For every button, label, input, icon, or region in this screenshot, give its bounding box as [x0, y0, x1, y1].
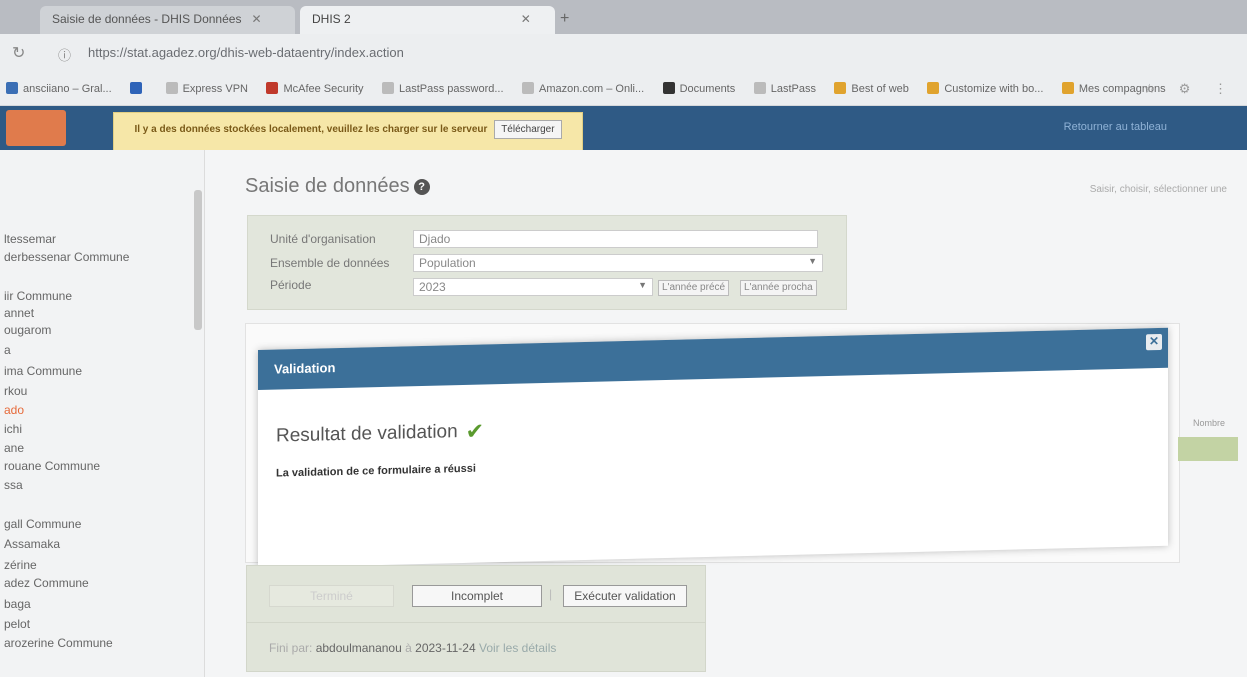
tab-label: Saisie de données - DHIS Données: [52, 12, 242, 26]
page-icon: [165, 82, 178, 94]
tree-item[interactable]: adez Commune: [4, 576, 89, 590]
browser-tab-strip: Saisie de données - DHIS Données ✕ DHIS 2…: [0, 0, 1247, 34]
reload-icon[interactable]: ↻: [12, 43, 25, 63]
next-year-button[interactable]: L'année procha: [740, 280, 817, 296]
lock-icon[interactable]: ⓘ: [58, 45, 71, 64]
completion-info: Fini par: abdoulmananou à 2023-11-24 Voi…: [246, 622, 706, 672]
bookmark-item[interactable]: LastPass password...: [381, 82, 504, 95]
column-header: Nombre: [1193, 418, 1226, 428]
tree-item[interactable]: ane: [4, 441, 24, 455]
tree-item[interactable]: gall Commune: [4, 517, 81, 531]
org-unit-label: Unité d'organisation: [270, 232, 376, 246]
url-field[interactable]: https://stat.agadez.org/dhis-web-dataent…: [80, 42, 700, 64]
page-title: Saisie de données?: [245, 175, 430, 198]
close-icon[interactable]: ✕: [1146, 333, 1162, 351]
bookmarks-bar: ansciiano – Gral... Express VPN McAfee S…: [0, 72, 1247, 106]
tree-item[interactable]: a: [4, 343, 11, 357]
bookmark-item[interactable]: Express VPN: [165, 82, 248, 95]
bookmark-item[interactable]: Amazon.com – Onli...: [522, 82, 644, 95]
bookmark-item[interactable]: Documents: [662, 82, 735, 95]
tree-item[interactable]: ichi: [4, 422, 22, 436]
upload-button[interactable]: Télécharger: [494, 120, 562, 139]
tree-item[interactable]: zérine: [4, 558, 37, 572]
tree-item[interactable]: iir Commune: [4, 289, 72, 303]
incomplete-button[interactable]: Incomplet: [412, 585, 542, 607]
bookmark-icon: [6, 82, 18, 94]
new-tab-icon[interactable]: +: [560, 10, 569, 28]
completion-date: 2023-11-24: [415, 641, 476, 655]
page-icon: [381, 82, 394, 94]
tree-item-selected[interactable]: ado: [4, 403, 24, 417]
browser-toolbar-icons[interactable]: ☆ ⚙ ⋮: [1143, 81, 1237, 97]
tree-item[interactable]: annet: [4, 306, 34, 320]
sidebar-scrollbar[interactable]: [194, 190, 202, 330]
tree-item[interactable]: baga: [4, 597, 31, 611]
dataset-label: Ensemble de données: [270, 256, 390, 270]
complete-button[interactable]: Terminé: [269, 585, 394, 607]
tree-item[interactable]: derbessenar Commune: [4, 250, 129, 264]
page-icon: [753, 82, 766, 94]
completed-by-user: abdoulmananou: [315, 641, 402, 655]
tree-item[interactable]: ougarom: [4, 323, 51, 337]
checkmark-icon: ✔: [465, 418, 485, 444]
docs-icon: [662, 82, 675, 94]
folder-icon: [927, 82, 940, 94]
folder-icon: [1061, 82, 1074, 94]
separator: |: [549, 587, 553, 601]
previous-year-button[interactable]: L'année précé: [658, 280, 730, 296]
address-bar: ↻ ⓘ https://stat.agadez.org/dhis-web-dat…: [0, 34, 1247, 72]
help-icon[interactable]: ?: [413, 179, 430, 195]
data-cell[interactable]: [1178, 437, 1238, 461]
close-icon[interactable]: ✕: [251, 12, 261, 26]
validation-message: La validation de ce formulaire a réussi: [276, 462, 476, 480]
bookmark-item[interactable]: ansciiano – Gral...: [6, 82, 112, 95]
browser-tab-data-entry[interactable]: Saisie de données - DHIS Données ✕: [40, 6, 295, 34]
tree-item[interactable]: Assamaka: [4, 537, 60, 551]
tree-item[interactable]: arozerine Commune: [4, 636, 113, 650]
bookmark-item[interactable]: LastPass: [753, 82, 816, 95]
bookmark-item[interactable]: Best of web: [834, 82, 909, 95]
browser-tab-dhis2[interactable]: DHIS 2 ✕: [300, 6, 555, 34]
validation-result-heading: Resultat de validation ✔: [276, 418, 485, 447]
bookmark-item[interactable]: Customize with bo...: [927, 82, 1043, 95]
shield-icon: [266, 82, 279, 94]
mail-icon: [130, 82, 143, 94]
close-icon[interactable]: ✕: [521, 12, 531, 26]
bookmark-item[interactable]: [130, 82, 147, 95]
alert-text: Il y a des données stockées localement, …: [134, 124, 488, 135]
tree-item[interactable]: pelot: [4, 617, 30, 631]
chevron-down-icon: ▼: [808, 256, 817, 266]
chevron-down-icon: ▼: [638, 280, 647, 290]
header-link[interactable]: Retourner au tableau: [1064, 121, 1167, 133]
tree-item[interactable]: ltessemar: [4, 232, 56, 246]
tree-item[interactable]: rouane Commune: [4, 459, 100, 473]
tree-item[interactable]: ssa: [4, 478, 23, 492]
validation-dialog: Validation ✕ Resultat de validation ✔ La …: [258, 327, 1168, 568]
run-validation-button[interactable]: Exécuter validation: [563, 585, 687, 607]
bookmark-item[interactable]: McAfee Security: [266, 82, 364, 95]
folder-icon: [834, 82, 847, 94]
tree-item[interactable]: ima Commune: [4, 364, 82, 378]
view-details-link[interactable]: Voir les détails: [479, 641, 556, 655]
dataset-select[interactable]: Population ▼: [413, 254, 823, 272]
period-select[interactable]: 2023 ▼: [413, 278, 653, 296]
app-logo[interactable]: [6, 110, 66, 146]
help-note: Saisir, choisir, sélectionner une: [1089, 184, 1227, 195]
form-action-bar: Terminé Incomplet | Exécuter validation: [246, 565, 706, 627]
page-icon: [522, 82, 534, 94]
org-unit-field[interactable]: Djado: [413, 230, 818, 248]
data-entry-selection-form: Unité d'organisation Djado Ensemble de d…: [247, 215, 847, 310]
period-label: Période: [270, 278, 312, 292]
tree-item[interactable]: rkou: [4, 384, 27, 398]
tab-label: DHIS 2: [312, 12, 351, 26]
